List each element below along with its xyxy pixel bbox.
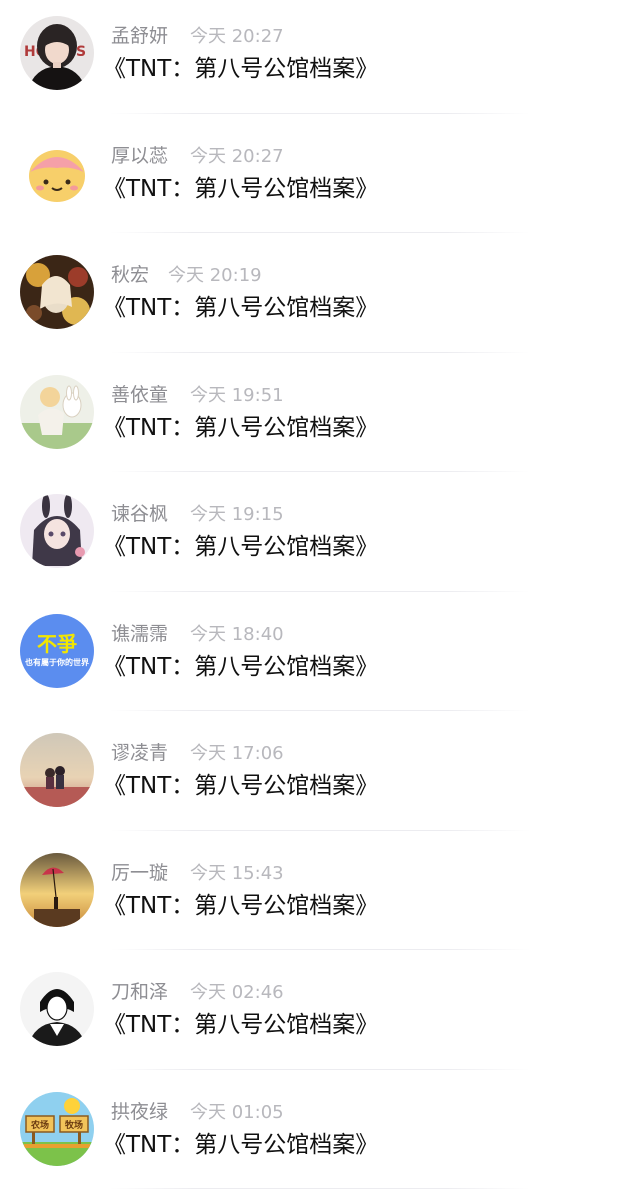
avatar-text-sub: 也有屬于你的世界 — [25, 657, 90, 667]
avatar[interactable] — [20, 255, 94, 329]
message-title: 《TNT：第八号公馆档案》 — [103, 1130, 378, 1160]
timestamp: 今天 17:06 — [190, 742, 284, 766]
avatar-text-right: 牧场 — [65, 1119, 83, 1131]
avatar[interactable] — [20, 853, 94, 927]
divider — [110, 710, 530, 711]
list-item[interactable]: 刀和泽 今天 02:46 《TNT：第八号公馆档案》 — [0, 956, 640, 1076]
sender-name: 善依童 — [111, 383, 168, 407]
sender-name: 谯濡霈 — [111, 622, 168, 646]
list-item[interactable]: 谏谷枫 今天 19:15 《TNT：第八号公馆档案》 — [0, 478, 640, 598]
avatar[interactable] — [20, 136, 94, 210]
avatar[interactable] — [20, 375, 94, 449]
timestamp: 今天 18:40 — [190, 623, 284, 647]
avatar[interactable]: 不爭 也有屬于你的世界 — [20, 614, 94, 688]
divider — [110, 113, 530, 114]
list-item[interactable]: 谬凌青 今天 17:06 《TNT：第八号公馆档案》 — [0, 717, 640, 837]
avatar-text-left: 农场 — [30, 1119, 49, 1131]
divider — [110, 232, 530, 233]
divider — [110, 1188, 530, 1189]
sender-name: 厚以蕊 — [111, 144, 168, 168]
message-list: HO S 孟舒妍 今天 20:27 《TNT：第八号公馆档案》 — [0, 0, 640, 1195]
list-item[interactable]: 厚以蕊 今天 20:27 《TNT：第八号公馆档案》 — [0, 120, 640, 240]
list-item[interactable]: 不爭 也有屬于你的世界 谯濡霈 今天 18:40 《TNT：第八号公馆档案》 — [0, 598, 640, 718]
message-title: 《TNT：第八号公馆档案》 — [103, 174, 378, 204]
avatar[interactable]: HO S — [20, 16, 94, 90]
list-item[interactable]: 厉一璇 今天 15:43 《TNT：第八号公馆档案》 — [0, 837, 640, 957]
sender-name: 秋宏 — [111, 263, 149, 287]
timestamp: 今天 20:27 — [190, 25, 284, 49]
sender-name: 刀和泽 — [111, 980, 168, 1004]
timestamp: 今天 15:43 — [190, 862, 284, 886]
sender-name: 拱夜绿 — [111, 1100, 168, 1124]
avatar[interactable] — [20, 494, 94, 568]
message-title: 《TNT：第八号公馆档案》 — [103, 652, 378, 682]
divider — [110, 352, 530, 353]
message-title: 《TNT：第八号公馆档案》 — [103, 771, 378, 801]
avatar[interactable] — [20, 733, 94, 807]
sender-name: 谏谷枫 — [111, 502, 168, 526]
timestamp: 今天 01:05 — [190, 1101, 284, 1125]
divider — [110, 471, 530, 472]
message-title: 《TNT：第八号公馆档案》 — [103, 1010, 378, 1040]
avatar[interactable] — [20, 972, 94, 1046]
timestamp: 今天 20:19 — [168, 264, 262, 288]
list-item[interactable]: HO S 孟舒妍 今天 20:27 《TNT：第八号公馆档案》 — [0, 0, 640, 120]
message-title: 《TNT：第八号公馆档案》 — [103, 891, 378, 921]
message-title: 《TNT：第八号公馆档案》 — [103, 293, 378, 323]
message-title: 《TNT：第八号公馆档案》 — [103, 413, 378, 443]
list-item[interactable]: 农场 牧场 拱夜绿 今天 01:05 《TNT：第八号公馆档案》 — [0, 1076, 640, 1195]
list-item[interactable]: 秋宏 今天 20:19 《TNT：第八号公馆档案》 — [0, 239, 640, 359]
timestamp: 今天 20:27 — [190, 145, 284, 169]
message-title: 《TNT：第八号公馆档案》 — [103, 54, 378, 84]
sender-name: 孟舒妍 — [111, 24, 168, 48]
divider — [110, 591, 530, 592]
divider — [110, 830, 530, 831]
avatar-text-main: 不爭 — [37, 632, 77, 656]
message-title: 《TNT：第八号公馆档案》 — [103, 532, 378, 562]
svg-text:S: S — [76, 44, 86, 60]
timestamp: 今天 19:51 — [190, 384, 284, 408]
timestamp: 今天 19:15 — [190, 503, 284, 527]
divider — [110, 949, 530, 950]
avatar[interactable]: 农场 牧场 — [20, 1092, 94, 1166]
timestamp: 今天 02:46 — [190, 981, 284, 1005]
sender-name: 谬凌青 — [111, 741, 168, 765]
sender-name: 厉一璇 — [111, 861, 168, 885]
divider — [110, 1069, 530, 1070]
list-item[interactable]: 善依童 今天 19:51 《TNT：第八号公馆档案》 — [0, 359, 640, 479]
